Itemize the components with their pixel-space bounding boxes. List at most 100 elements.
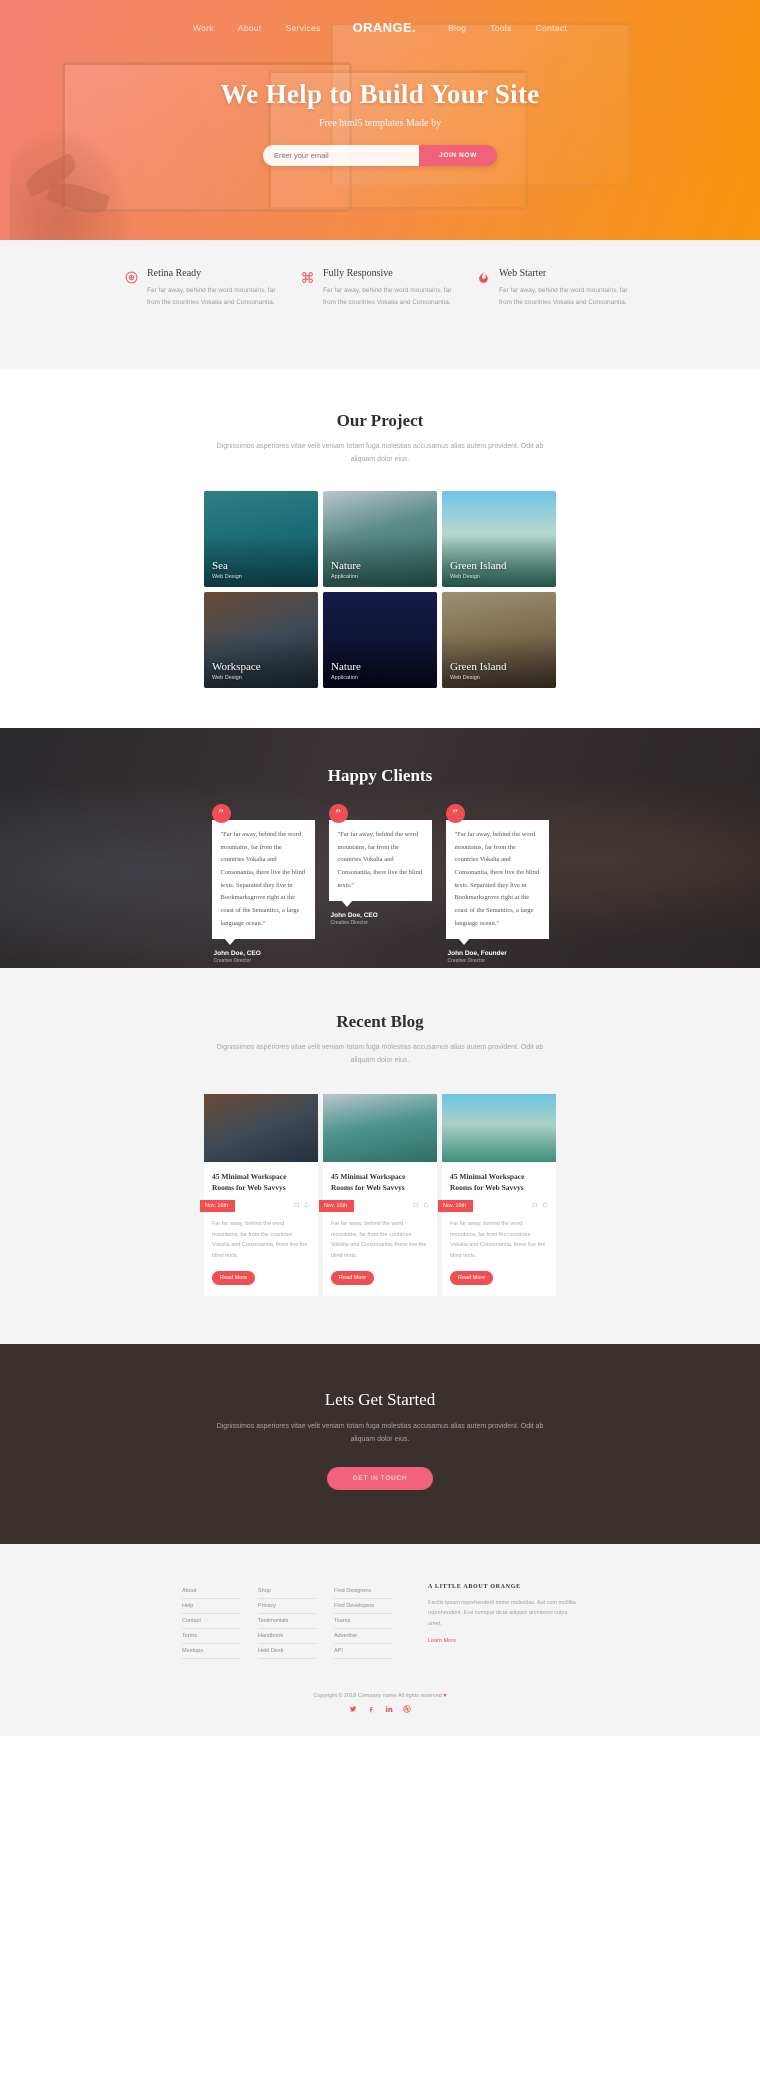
- hero-content: We Help to Build Your Site Free html5 te…: [0, 79, 760, 166]
- cta-section: Lets Get Started Dignissimos asperiores …: [0, 1344, 760, 1544]
- nav-item-blog[interactable]: Blog: [448, 23, 466, 33]
- blog-section: Recent Blog Dignissimos asperiores vitae…: [0, 967, 760, 1345]
- read-more-button[interactable]: Read More: [331, 1271, 375, 1286]
- like-count: 21: [531, 1203, 538, 1210]
- testimonial-item: ” "Far far away, behind the word mountai…: [211, 803, 315, 965]
- footer-link[interactable]: Held Desk: [258, 1644, 316, 1659]
- footer-about: A LITTLE ABOUT ORANGE Facilis ipsam repr…: [428, 1584, 578, 1659]
- linkedin-icon[interactable]: [385, 1705, 394, 1714]
- read-more-button[interactable]: Read More: [450, 1271, 494, 1286]
- blog-excerpt: Far far away, behind the word mountains,…: [331, 1221, 427, 1259]
- project-caption: Green Island Web Design: [450, 560, 507, 580]
- learn-more-link[interactable]: Learn More: [428, 1638, 456, 1644]
- read-more-button[interactable]: Read More: [212, 1271, 256, 1286]
- project-card[interactable]: Nature Application: [323, 490, 437, 587]
- blog-date-badge: Nov. 16th: [319, 1200, 355, 1213]
- footer-link[interactable]: Contact: [182, 1614, 240, 1629]
- dribbble-icon[interactable]: [403, 1705, 412, 1714]
- blog-date-badge: Nov. 16th: [200, 1200, 236, 1213]
- nav-item-about[interactable]: About: [238, 23, 262, 33]
- blog-excerpt: Far far away, behind the word mountains,…: [212, 1221, 308, 1259]
- footer-link[interactable]: Find Designers: [334, 1584, 392, 1599]
- cta-text: Dignissimos asperiores vitae velit venia…: [216, 1423, 544, 1443]
- blog-stats: 21: [294, 1202, 310, 1210]
- blog-date-badge: Nov. 16th: [438, 1200, 474, 1213]
- project-card[interactable]: Workspace Web Design: [204, 591, 318, 688]
- testimonial-item: ” "Far far away, behind the word mountai…: [445, 803, 549, 964]
- project-title: Workspace: [212, 660, 261, 673]
- project-caption: Sea Web Design: [212, 560, 242, 580]
- footer-link[interactable]: Meetups: [182, 1644, 240, 1659]
- blog-post-title[interactable]: 45 Minimal Workspace Rooms for Web Savvy…: [450, 1171, 548, 1194]
- project-card[interactable]: Sea Web Design: [204, 490, 318, 587]
- project-caption: Workspace Web Design: [212, 661, 261, 681]
- main-navigation[interactable]: Work About Services ORANGE. Blog Tools C…: [0, 0, 760, 35]
- command-icon: [300, 270, 314, 284]
- footer-link[interactable]: API: [334, 1644, 392, 1659]
- projects-title: Our Project: [336, 411, 424, 431]
- footer-copyright: Copyright © 2018 Company name All rights…: [0, 1659, 760, 1705]
- project-card[interactable]: Nature Application: [323, 591, 437, 688]
- footer-link[interactable]: Teams: [334, 1614, 392, 1629]
- testimonial-role: Creative Director: [447, 958, 486, 965]
- footer-link[interactable]: Shop: [258, 1584, 316, 1599]
- footer-columns: About Help Contact Terms Meetups Shop Pr…: [0, 1584, 760, 1659]
- blog-excerpt: Far far away, behind the word mountains,…: [450, 1221, 546, 1259]
- quote-icon: ”: [211, 803, 231, 823]
- footer-link[interactable]: Terms: [182, 1629, 240, 1644]
- footer-link[interactable]: Privacy: [258, 1599, 316, 1614]
- testimonial-quote: "Far far away, behind the word mountains…: [211, 819, 315, 946]
- testimonial-name: John Doe, CEO: [213, 950, 261, 958]
- blog-post-title[interactable]: 45 Minimal Workspace Rooms for Web Savvy…: [212, 1171, 310, 1194]
- projects-subtitle: Dignissimos asperiores vitae velit venia…: [216, 443, 544, 463]
- brand-logo[interactable]: ORANGE.: [345, 20, 424, 35]
- blog-card[interactable]: 45 Minimal Workspace Rooms for Web Savvy…: [319, 1093, 437, 1297]
- like-count: 21: [412, 1203, 419, 1210]
- footer-link[interactable]: Testimonials: [258, 1614, 316, 1629]
- footer-link[interactable]: Handbook: [258, 1629, 316, 1644]
- feature-title: Fully Responsive: [323, 268, 393, 279]
- project-caption: Nature Application: [331, 661, 361, 681]
- footer-social[interactable]: [0, 1705, 760, 1736]
- blog-meta: Nov. 16th 21: [200, 1200, 310, 1213]
- footer-link[interactable]: About: [182, 1584, 240, 1599]
- blog-post-title[interactable]: 45 Minimal Workspace Rooms for Web Savvy…: [331, 1171, 429, 1194]
- footer-column-2: Shop Privacy Testimonials Handbook Held …: [258, 1584, 316, 1659]
- blog-card[interactable]: 45 Minimal Workspace Rooms for Web Savvy…: [438, 1093, 556, 1297]
- nav-item-contact[interactable]: Contact: [536, 23, 567, 33]
- testimonial-role: Creative Director: [213, 958, 252, 965]
- email-input[interactable]: [263, 145, 419, 166]
- blog-card[interactable]: 45 Minimal Workspace Rooms for Web Savvy…: [200, 1093, 318, 1297]
- subscribe-form[interactable]: JOIN NOW: [263, 145, 497, 166]
- get-in-touch-button[interactable]: GET IN TOUCH: [326, 1466, 434, 1490]
- flame-icon: [476, 270, 490, 284]
- testimonials-list: ” "Far far away, behind the word mountai…: [0, 803, 760, 965]
- project-card[interactable]: Green Island Web Design: [442, 591, 556, 688]
- footer-link[interactable]: Advertise: [334, 1629, 392, 1644]
- blog-body: 45 Minimal Workspace Rooms for Web Savvy…: [200, 1162, 318, 1296]
- features-section: Retina Ready Far far away, behind the wo…: [0, 240, 760, 370]
- project-category: Web Design: [212, 674, 242, 681]
- feature-title: Retina Ready: [147, 268, 202, 279]
- join-now-button[interactable]: JOIN NOW: [419, 145, 497, 166]
- feature-title: Web Starter: [499, 268, 547, 279]
- nav-item-services[interactable]: Services: [286, 23, 321, 33]
- nav-item-tools[interactable]: Tools: [490, 23, 511, 33]
- nav-item-work[interactable]: Work: [193, 23, 214, 33]
- testimonial-meta: John Doe, Founder Creative Director: [446, 950, 549, 964]
- project-card[interactable]: Green Island Web Design: [442, 490, 556, 587]
- facebook-icon[interactable]: [367, 1705, 376, 1714]
- footer-column-1: About Help Contact Terms Meetups: [182, 1584, 240, 1659]
- twitter-icon[interactable]: [349, 1705, 358, 1714]
- feature-retina-ready: Retina Ready Far far away, behind the wo…: [124, 268, 284, 309]
- footer-link[interactable]: Help: [182, 1599, 240, 1614]
- blog-meta: Nov. 16th 21: [319, 1200, 429, 1213]
- feature-fully-responsive: Fully Responsive Far far away, behind th…: [300, 268, 460, 309]
- like-count: 21: [293, 1203, 300, 1210]
- blog-body: 45 Minimal Workspace Rooms for Web Savvy…: [319, 1162, 437, 1296]
- comment-icon: [423, 1202, 429, 1210]
- feature-web-starter: Web Starter Far far away, behind the wor…: [476, 268, 636, 309]
- testimonial-role: Creative Director: [330, 920, 369, 927]
- footer-link[interactable]: Find Developers: [334, 1599, 392, 1614]
- testimonial-quote: "Far far away, behind the word mountains…: [328, 819, 432, 908]
